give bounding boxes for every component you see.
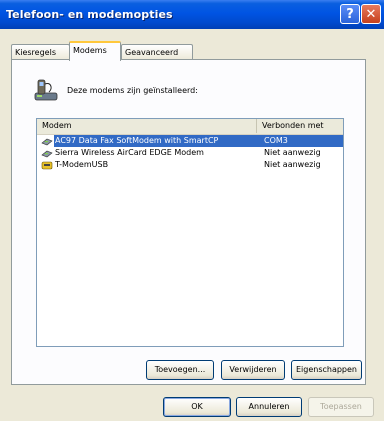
column-header-connected[interactable]: Verbonden met: [257, 119, 343, 133]
modem-port: Niet aanwezig: [264, 160, 321, 169]
modem-name: AC97 Data Fax SoftModem with SmartCP: [55, 136, 219, 145]
tab-modems[interactable]: Modems: [69, 41, 121, 61]
column-header-modem[interactable]: Modem: [37, 119, 257, 133]
list-item[interactable]: AC97 Data Fax SoftModem with SmartCP COM…: [37, 135, 343, 147]
properties-button[interactable]: Eigenschappen: [291, 360, 362, 380]
cancel-button[interactable]: Annuleren: [236, 397, 302, 417]
usb-modem-icon: [41, 161, 53, 170]
modem-name: T-ModemUSB: [55, 160, 109, 169]
list-item[interactable]: T-ModemUSB Niet aanwezig: [37, 159, 343, 171]
modem-list[interactable]: Modem Verbonden met AC97 Data Fax SoftMo…: [36, 118, 344, 347]
remove-button[interactable]: Verwijderen: [221, 360, 285, 380]
info-text: Deze modems zijn geïnstalleerd:: [67, 86, 198, 95]
apply-button[interactable]: Toepassen: [308, 397, 374, 417]
ok-button[interactable]: OK: [163, 397, 231, 417]
tab-kiesregels[interactable]: Kiesregels: [11, 44, 70, 60]
list-header: Modem Verbonden met: [37, 119, 343, 135]
add-button[interactable]: Toevoegen...: [146, 360, 214, 380]
modem-name: Sierra Wireless AirCard EDGE Modem: [55, 148, 204, 157]
list-item[interactable]: Sierra Wireless AirCard EDGE Modem Niet …: [37, 147, 343, 159]
close-button[interactable]: ✕: [361, 4, 381, 24]
modem-port: COM3: [264, 136, 288, 145]
help-button[interactable]: ?: [340, 4, 360, 24]
window-title: Telefoon- en modemopties: [6, 8, 173, 21]
title-bar[interactable]: Telefoon- en modemopties ? ✕: [0, 0, 384, 29]
tab-panel-modems: Deze modems zijn geïnstalleerd: Modem Ve…: [11, 59, 366, 385]
phone-modem-icon: [34, 79, 58, 101]
dialog-window: Telefoon- en modemopties ? ✕ Kiesregels …: [0, 0, 384, 421]
modem-icon: [41, 138, 53, 146]
modem-port: Niet aanwezig: [264, 148, 321, 157]
modem-icon: [41, 150, 53, 158]
tab-geavanceerd[interactable]: Geavanceerd: [121, 44, 193, 60]
